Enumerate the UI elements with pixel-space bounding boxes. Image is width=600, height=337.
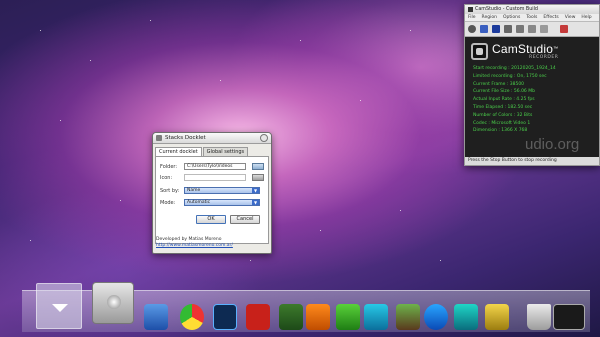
developer-credit: Developed by Matias Moreno — [156, 237, 222, 242]
chevron-down-icon: ▼ — [252, 188, 259, 193]
menu-tools[interactable]: Tools — [526, 15, 537, 20]
computer-icon[interactable] — [144, 304, 168, 330]
recording-stats: Start recording : 20120205_1924_14 Limit… — [465, 65, 599, 135]
menu-help[interactable]: Help — [581, 15, 591, 20]
icon-field[interactable] — [184, 174, 246, 181]
stacks-docklet-dialog: Stacks Docklet Current docklet Global se… — [152, 132, 272, 254]
menu-region[interactable]: Region — [482, 15, 497, 20]
camstudio-titlebar[interactable]: CamStudio - Custom Build — [465, 5, 599, 14]
annotation-icon[interactable] — [560, 25, 568, 33]
stat-line: Codec : Microsoft Video 1 — [473, 120, 531, 126]
developer-link[interactable]: http://www.matiasmoreno.com.ar/ — [156, 243, 233, 248]
logo-trademark: ™ — [553, 45, 559, 52]
camstudio-menubar: File Region Options Tools Effects View H… — [465, 14, 599, 22]
pause-icon[interactable] — [480, 25, 488, 33]
folder-label: Folder: — [160, 163, 178, 170]
camstudio-app-icon — [468, 7, 473, 12]
chrome-icon[interactable] — [180, 304, 204, 330]
stat-line: Start recording : 20120205_1924_14 — [473, 66, 556, 71]
camstudio-toolbar — [465, 22, 599, 37]
folder-field[interactable]: C:\Users\Tylo\Videos — [184, 163, 246, 170]
menu-options[interactable]: Options — [503, 15, 520, 20]
chevron-down-icon: ▼ — [252, 200, 259, 205]
tab-panel: Folder: C:\Users\Tylo\Videos Icon: Sort … — [155, 156, 269, 244]
stat-line: Limited recording : On, 1750 sec — [473, 73, 547, 79]
downloads-stack-icon[interactable] — [36, 283, 82, 329]
logo-name: CamStudio — [492, 41, 554, 56]
ok-button[interactable]: OK — [196, 215, 226, 224]
mode-label: Mode: — [160, 199, 176, 206]
icon-label: Icon: — [160, 174, 173, 181]
tab-global-settings[interactable]: Global settings — [202, 147, 249, 156]
stat-line: Dimension : 1366 X 768 — [473, 128, 528, 134]
photoshop-icon[interactable] — [213, 304, 237, 330]
record-icon[interactable] — [468, 25, 476, 33]
close-icon[interactable] — [260, 134, 268, 142]
camstudio-statusbar: Press the Stop Button to stop recording — [465, 157, 599, 165]
sortby-label: Sort by: — [160, 187, 180, 194]
menu-view[interactable]: View — [565, 15, 576, 20]
app-icon-cyan[interactable] — [364, 304, 388, 330]
mode-value: Automatic — [187, 200, 211, 205]
desktop-icon[interactable] — [553, 304, 585, 330]
dreamweaver-icon[interactable] — [279, 304, 303, 330]
menu-file[interactable]: File — [468, 15, 476, 20]
app-icon-orange[interactable] — [306, 304, 330, 330]
app-icon-teal[interactable] — [454, 304, 478, 330]
stacks-app-icon — [156, 135, 162, 141]
dialog-title: Stacks Docklet — [165, 135, 206, 141]
video-icon[interactable] — [504, 25, 512, 33]
camstudio-title: CamStudio - Custom Build — [475, 7, 538, 12]
minecraft-icon[interactable] — [396, 304, 420, 330]
stat-line: Actual Input Rate : 4.25 fps — [473, 97, 535, 103]
app-icon-yellow[interactable] — [485, 304, 509, 330]
flash-icon[interactable] — [246, 304, 270, 330]
sortby-select[interactable]: Name ▼ — [184, 187, 260, 194]
region-icon[interactable] — [540, 25, 548, 33]
stat-line: Current File Size : 56.06 Mb — [473, 89, 535, 95]
hard-drive-icon[interactable] — [92, 282, 134, 324]
stop-icon[interactable] — [492, 25, 500, 33]
tab-current-docklet[interactable]: Current docklet — [155, 147, 202, 156]
mode-select[interactable]: Automatic ▼ — [184, 199, 260, 206]
camstudio-logo-icon — [471, 42, 488, 60]
app-icon-green[interactable] — [336, 304, 360, 330]
menu-effects[interactable]: Effects — [543, 15, 558, 20]
trash-icon[interactable] — [527, 304, 551, 330]
stat-line: Number of Colors : 32 Bits — [473, 112, 533, 118]
dialog-titlebar[interactable]: Stacks Docklet — [153, 133, 271, 144]
stat-line: Current Frame : 38500 — [473, 81, 525, 87]
stat-line: Time Elapsed : 182.50 sec — [473, 104, 533, 110]
camstudio-watermark: udio.org — [525, 136, 580, 153]
camera-icon[interactable] — [516, 25, 524, 33]
folder-browse-button[interactable] — [252, 163, 264, 170]
monitor-icon[interactable] — [528, 25, 536, 33]
camstudio-logo: CamStudio™ RECORDER — [465, 37, 599, 65]
app-icon-blue[interactable] — [424, 304, 448, 330]
cancel-button[interactable]: Cancel — [230, 215, 260, 224]
sortby-value: Name — [187, 188, 201, 193]
icon-browse-button[interactable] — [252, 174, 264, 181]
